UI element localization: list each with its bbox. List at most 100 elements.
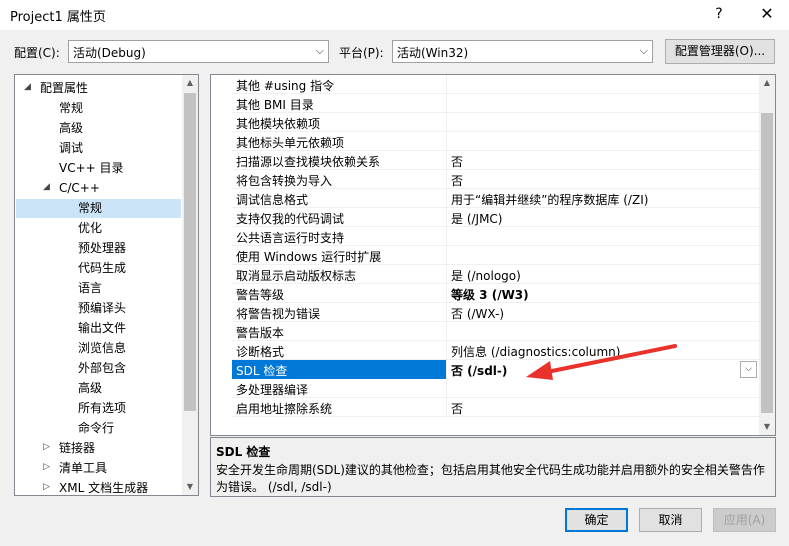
tree-item[interactable]: 清单工具 bbox=[59, 458, 107, 478]
platform-combo[interactable]: 活动(Win32) ⌵ bbox=[392, 40, 653, 63]
property-name: 将包含转换为导入 bbox=[236, 174, 333, 188]
property-row[interactable]: 其他 BMI 目录 bbox=[232, 94, 759, 113]
property-value[interactable]: 等级 3 (/W3) bbox=[451, 286, 529, 303]
property-name: SDL 检查 bbox=[236, 364, 288, 378]
tree-item[interactable]: 命令行 bbox=[78, 418, 114, 438]
property-row[interactable]: 取消显示启动版权标志 是 (/nologo) bbox=[232, 265, 759, 284]
tree-item[interactable]: 优化 bbox=[78, 218, 102, 238]
config-value: 活动(Debug) bbox=[73, 46, 146, 60]
tree-item[interactable]: 输出文件 bbox=[78, 318, 126, 338]
property-row[interactable]: 将警告视为错误 否 (/WX-) bbox=[232, 303, 759, 322]
expand-icon[interactable]: ▷ bbox=[43, 482, 50, 492]
property-value[interactable]: 是 (/JMC) bbox=[451, 210, 503, 227]
property-value[interactable]: 否 (/WX-) bbox=[451, 305, 504, 322]
chevron-down-icon[interactable]: ⌵ bbox=[740, 361, 757, 378]
property-row[interactable]: 警告版本 bbox=[232, 322, 759, 341]
property-row[interactable]: 公共语言运行时支持 bbox=[232, 227, 759, 246]
column-divider bbox=[446, 170, 447, 189]
scroll-up-icon[interactable]: ▲ bbox=[759, 75, 775, 91]
property-value[interactable]: 否 bbox=[451, 400, 463, 417]
property-name: 其他标头单元依赖项 bbox=[236, 136, 345, 150]
property-name: 多处理器编译 bbox=[236, 383, 309, 397]
description-text: 安全开发生命周期(SDL)建议的其他检查；包括启用其他安全代码生成功能并启用额外… bbox=[216, 463, 765, 477]
apply-button[interactable]: 应用(A) bbox=[713, 508, 776, 532]
property-name: 警告版本 bbox=[236, 326, 285, 340]
scroll-up-icon[interactable]: ▲ bbox=[182, 75, 198, 91]
cancel-button[interactable]: 取消 bbox=[639, 508, 702, 532]
tree-scrollbar[interactable]: ▲ ▼ bbox=[182, 75, 198, 495]
tree-item[interactable]: C/C++ bbox=[59, 178, 100, 198]
property-row[interactable]: 其他模块依赖项 bbox=[232, 113, 759, 132]
ok-button[interactable]: 确定 bbox=[565, 508, 628, 532]
tree-item[interactable]: 调试 bbox=[59, 138, 83, 158]
column-divider bbox=[446, 246, 447, 265]
property-name: 使用 Windows 运行时扩展 bbox=[236, 250, 382, 264]
property-row[interactable]: 支持仅我的代码调试 是 (/JMC) bbox=[232, 208, 759, 227]
tree-item[interactable]: 外部包含 bbox=[78, 358, 126, 378]
property-name: 公共语言运行时支持 bbox=[236, 231, 345, 245]
tree-item[interactable]: 高级 bbox=[59, 118, 83, 138]
tree-item[interactable]: 链接器 bbox=[59, 438, 95, 458]
config-label: 配置(C): bbox=[14, 46, 60, 60]
tree-item[interactable]: XML 文档生成器 bbox=[59, 478, 148, 495]
tree-item[interactable]: 预编译头 bbox=[78, 298, 126, 318]
scroll-down-icon[interactable]: ▼ bbox=[182, 479, 198, 495]
property-value[interactable]: 否 (/sdl-) bbox=[451, 362, 507, 379]
column-divider bbox=[446, 208, 447, 227]
scroll-down-icon[interactable]: ▼ bbox=[759, 419, 775, 435]
collapse-icon[interactable]: ◢ bbox=[24, 82, 31, 92]
column-divider bbox=[446, 132, 447, 151]
grid-scrollbar[interactable]: ▲ ▼ bbox=[759, 75, 775, 435]
column-divider bbox=[446, 284, 447, 303]
tree-item[interactable]: 所有选项 bbox=[78, 398, 126, 418]
column-divider bbox=[446, 227, 447, 246]
property-row[interactable]: 警告等级 等级 3 (/W3) bbox=[232, 284, 759, 303]
property-name: 其他 #using 指令 bbox=[236, 79, 335, 93]
tree-item[interactable]: 高级 bbox=[78, 378, 102, 398]
annotation-arrow-icon bbox=[526, 344, 677, 380]
property-tree[interactable]: ▲ ▼ ◢ 配置属性 常规 高级 调试 VC++ 目录 ◢ C/C++ 常规 优化 预处理器 代码生成… bbox=[14, 74, 199, 496]
description-panel: SDL 检查 安全开发生命周期(SDL)建议的其他检查；包括启用其他安全代码生成… bbox=[210, 437, 776, 497]
tree-item[interactable]: VC++ 目录 bbox=[59, 158, 124, 178]
property-row[interactable]: 其他标头单元依赖项 bbox=[232, 132, 759, 151]
column-divider bbox=[446, 265, 447, 284]
column-divider bbox=[446, 341, 447, 360]
property-name: 将警告视为错误 bbox=[236, 307, 321, 321]
description-text: 为错误。 (/sdl, /sdl-) bbox=[216, 480, 332, 494]
column-divider bbox=[446, 379, 447, 398]
tree-item[interactable]: 常规 bbox=[59, 98, 83, 118]
close-button[interactable]: ✕ bbox=[752, 3, 782, 25]
property-value[interactable]: 是 (/nologo) bbox=[451, 267, 521, 284]
tree-item[interactable]: 预处理器 bbox=[78, 238, 126, 258]
column-divider bbox=[446, 151, 447, 170]
property-value[interactable]: 否 bbox=[451, 172, 463, 189]
help-button[interactable]: ? bbox=[704, 3, 734, 25]
tree-item[interactable]: 常规 bbox=[78, 198, 102, 218]
config-combo[interactable]: 活动(Debug) ⌵ bbox=[68, 40, 329, 63]
property-value[interactable]: 用于“编辑并继续”的程序数据库 (/ZI) bbox=[451, 191, 648, 208]
collapse-icon[interactable]: ◢ bbox=[43, 182, 50, 192]
tree-item[interactable]: 配置属性 bbox=[40, 78, 88, 98]
property-row[interactable]: 扫描源以查找模块依赖关系 否 bbox=[232, 151, 759, 170]
expand-icon[interactable]: ▷ bbox=[43, 442, 50, 452]
tree-item[interactable]: 浏览信息 bbox=[78, 338, 126, 358]
property-value[interactable]: 否 bbox=[451, 153, 463, 170]
property-row[interactable]: 将包含转换为导入 否 bbox=[232, 170, 759, 189]
property-name: 扫描源以查找模块依赖关系 bbox=[236, 155, 381, 169]
property-row[interactable]: 其他 #using 指令 bbox=[232, 75, 759, 94]
scroll-thumb[interactable] bbox=[184, 93, 196, 411]
property-name: 其他 BMI 目录 bbox=[236, 98, 314, 112]
config-manager-button[interactable]: 配置管理器(O)... bbox=[665, 39, 775, 64]
expand-icon[interactable]: ▷ bbox=[43, 462, 50, 472]
column-divider bbox=[446, 113, 447, 132]
property-row[interactable]: 使用 Windows 运行时扩展 bbox=[232, 246, 759, 265]
property-name: 启用地址擦除系统 bbox=[236, 402, 333, 416]
property-row[interactable]: 启用地址擦除系统 否 bbox=[232, 398, 759, 417]
scroll-thumb[interactable] bbox=[761, 113, 773, 413]
tree-item[interactable]: 代码生成 bbox=[78, 258, 126, 278]
property-name: 取消显示启动版权标志 bbox=[236, 269, 357, 283]
description-title: SDL 检查 bbox=[216, 445, 271, 459]
tree-item[interactable]: 语言 bbox=[78, 278, 102, 298]
property-grid[interactable]: ▲ ▼ 其他 #using 指令 其他 BMI 目录 其他模块依赖项其他标头单元依赖… bbox=[210, 74, 776, 436]
property-row[interactable]: 调试信息格式 用于“编辑并继续”的程序数据库 (/ZI) bbox=[232, 189, 759, 208]
